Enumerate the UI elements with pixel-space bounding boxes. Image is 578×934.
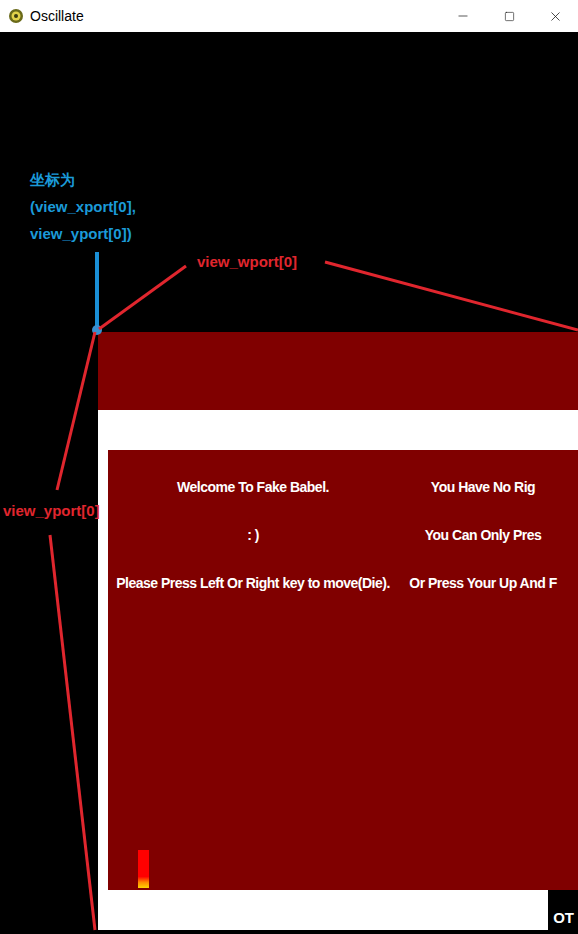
game-text: Welcome To Fake Babel. (177, 463, 329, 511)
game-text: : ) (247, 511, 259, 559)
corner-box: OT (548, 890, 578, 930)
close-button[interactable] (532, 0, 578, 32)
game-text: You Have No Rig (431, 463, 535, 511)
height-label: view_yport[0] (3, 497, 100, 524)
window-controls (440, 0, 578, 32)
game-text: Or Press Your Up And F (409, 559, 556, 607)
corner-text: OT (553, 909, 574, 926)
game-viewport: Welcome To Fake Babel.: )Please Press Le… (98, 332, 578, 930)
game-text: Please Press Left Or Right key to move(D… (116, 559, 390, 607)
width-line-right (325, 262, 578, 330)
bottom-row: OT (98, 890, 578, 930)
close-icon (548, 9, 563, 24)
height-line-top (57, 332, 95, 490)
title-bar: Oscillate (0, 0, 578, 32)
maximize-icon (504, 11, 515, 22)
content-area: Welcome To Fake Babel.: )Please Press Le… (98, 450, 578, 890)
origin-label-line: (view_xport[0], (30, 193, 136, 220)
minimize-button[interactable] (440, 0, 486, 32)
width-line-left (99, 266, 186, 329)
game-canvas: Welcome To Fake Babel.: )Please Press Le… (0, 32, 578, 934)
app-gear-icon (8, 8, 24, 24)
height-line-bottom (50, 535, 95, 930)
app-window: Oscillate Welcome To Fake Babel.: )Please… (0, 0, 578, 934)
width-label: view_wport[0] (197, 248, 297, 275)
window-title: Oscillate (30, 8, 434, 24)
player-sprite (138, 850, 149, 888)
origin-label: 坐标为(view_xport[0],view_yport[0]) (30, 166, 136, 247)
origin-dot (92, 325, 102, 335)
origin-label-line: 坐标为 (30, 166, 136, 193)
game-text: You Can Only Pres (425, 511, 542, 559)
origin-label-line: view_yport[0]) (30, 220, 136, 247)
text-column: You Have No RigYou Can Only PresOr Press… (398, 463, 568, 890)
top-white-band (98, 410, 578, 450)
message-panel: Welcome To Fake Babel.: )Please Press Le… (108, 450, 578, 890)
floor-bar (98, 890, 548, 930)
annotation-lines (0, 0, 578, 934)
top-red-band (98, 332, 578, 410)
origin-pointer (95, 252, 99, 328)
text-column: Welcome To Fake Babel.: )Please Press Le… (108, 463, 398, 890)
maximize-button[interactable] (486, 0, 532, 32)
minimize-icon (456, 9, 470, 23)
